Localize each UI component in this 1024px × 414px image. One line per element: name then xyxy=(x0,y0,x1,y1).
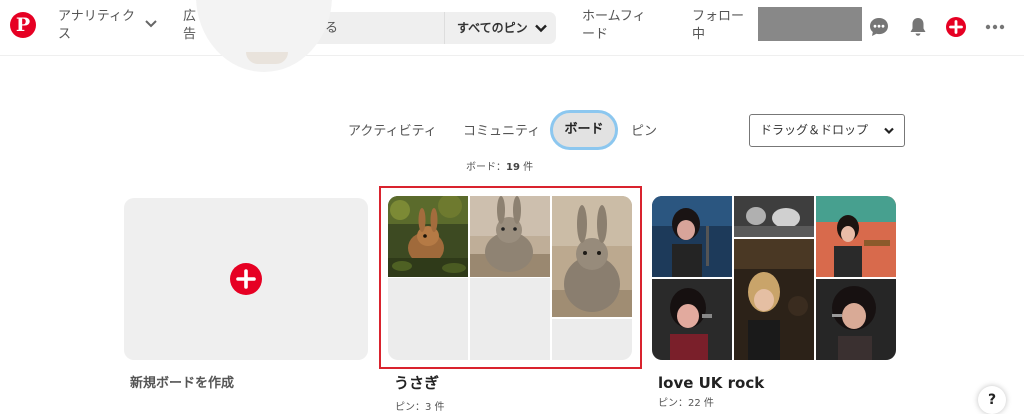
create-board-label: 新規ボードを作成 xyxy=(130,376,235,391)
board-pin-count-uk-rock: ピン：22 件 xyxy=(658,398,714,409)
board-title-uk-rock[interactable]: love UK rock xyxy=(658,374,764,392)
rock-photo-3 xyxy=(734,196,814,237)
home-feed-link[interactable]: ホームフィード xyxy=(582,8,654,44)
rabbit-photo-1 xyxy=(388,196,468,277)
chevron-down-icon xyxy=(884,127,894,135)
board-cover-uk-rock[interactable] xyxy=(652,196,896,360)
search-divider xyxy=(444,12,445,44)
search-scope-label: すべてのピン xyxy=(457,21,528,35)
board-pin-count-rabbits: ピン：3 件 xyxy=(395,402,445,413)
top-nav-bar: P アナリティクス 広告 すべてのピン ホームフィード フォロー中 xyxy=(0,0,1024,56)
analytics-label: アナリティクス xyxy=(58,9,135,42)
rock-photo-collage xyxy=(652,196,896,360)
chevron-down-icon xyxy=(534,24,547,32)
rock-photo-4 xyxy=(734,239,814,360)
plus-icon[interactable] xyxy=(945,16,967,38)
ads-label: 広告 xyxy=(183,9,197,42)
chat-bubble-icon[interactable] xyxy=(868,16,890,38)
empty-slot xyxy=(470,278,550,360)
search-scope-dropdown[interactable]: すべてのピン xyxy=(457,19,548,36)
profile-avatar-image-edge xyxy=(246,52,288,64)
board-count-unit: 件 xyxy=(519,162,534,173)
board-count-label: ボード： xyxy=(466,162,506,173)
sort-dropdown[interactable]: ドラッグ＆ドロップ xyxy=(749,114,905,147)
empty-slot xyxy=(552,319,632,360)
board-count: ボード：19 件 xyxy=(466,158,533,173)
chevron-down-icon xyxy=(145,20,157,28)
plus-icon xyxy=(230,263,262,295)
analytics-menu[interactable]: アナリティクス xyxy=(58,8,162,44)
board-title-rabbits[interactable]: うさぎ xyxy=(394,372,439,393)
tab-community[interactable]: コミュニティ xyxy=(463,120,540,139)
rabbit-photo-2 xyxy=(470,196,550,277)
tab-activity[interactable]: アクティビティ xyxy=(348,120,437,139)
create-board-card[interactable] xyxy=(124,198,368,360)
pinterest-logo-icon[interactable]: P xyxy=(10,12,36,38)
help-button[interactable]: ? xyxy=(978,386,1006,414)
board-cover-rabbits[interactable] xyxy=(388,196,632,360)
rock-photo-5 xyxy=(816,196,896,277)
bell-icon[interactable] xyxy=(907,16,929,38)
following-link[interactable]: フォロー中 xyxy=(692,8,744,44)
rock-photo-2 xyxy=(652,279,732,360)
board-count-value: 19 xyxy=(506,162,520,173)
sort-label: ドラッグ＆ドロップ xyxy=(760,123,869,137)
tab-pins[interactable]: ピン xyxy=(631,120,657,139)
rock-photo-6 xyxy=(816,279,896,360)
rabbit-photo-collage xyxy=(388,196,632,360)
tab-boards[interactable]: ボード xyxy=(550,110,618,150)
profile-name-redacted[interactable] xyxy=(758,7,862,41)
rock-photo-1 xyxy=(652,196,732,277)
more-icon[interactable] xyxy=(984,16,1006,38)
rabbit-photo-3 xyxy=(552,196,632,317)
empty-slot xyxy=(388,278,468,360)
